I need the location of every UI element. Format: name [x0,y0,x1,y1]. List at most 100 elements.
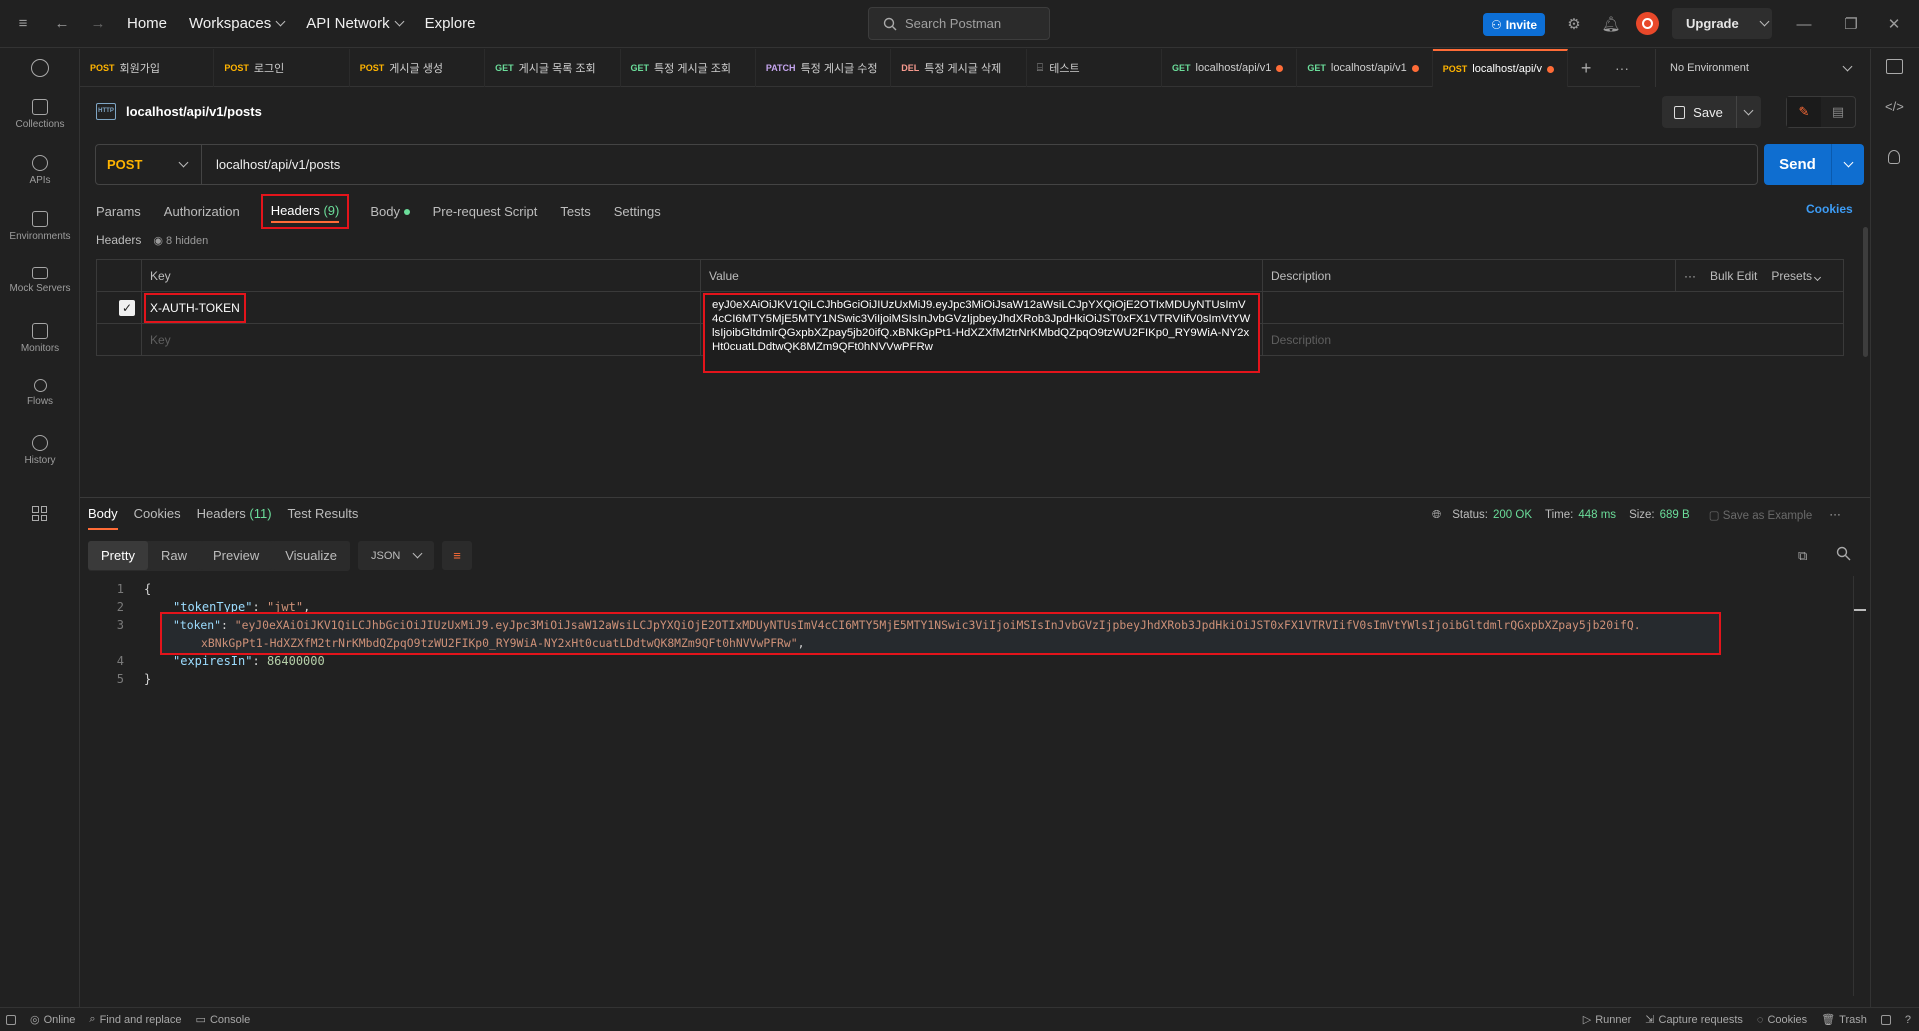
request-tab[interactable]: POST 게시글 생성 [350,49,486,87]
send-button[interactable]: Send [1764,144,1864,185]
send-options-dropdown[interactable] [1831,144,1864,185]
resp-tab-headers[interactable]: Headers (11) [197,506,272,530]
workspaces-menu[interactable]: Workspaces [189,15,286,32]
view-visualize[interactable]: Visualize [272,541,351,570]
more-options-icon[interactable]: ··· [1684,269,1696,283]
request-tab[interactable]: ⌸ 테스트 [1027,49,1163,87]
two-pane-icon[interactable] [1880,1014,1891,1025]
configure-sidebar-icon[interactable] [32,506,47,521]
sidebar-item-environments[interactable]: Environments [0,211,80,242]
request-title-text[interactable]: localhost/api/v1/posts [126,104,262,119]
header-description-cell[interactable] [1262,292,1675,323]
header-value-editor[interactable]: eyJ0eXAiOiJKV1QiLCJhbGciOiJIUzUxMiJ9.eyJ… [703,293,1260,373]
sidebar-item-flows[interactable]: Flows [0,379,80,407]
help-icon[interactable]: ? [1905,1014,1911,1026]
resp-tab-body[interactable]: Body [88,506,118,530]
header-enabled-checkbox[interactable]: ✓ [119,300,135,316]
sidebar-item-collections[interactable]: Collections [0,99,80,130]
close-window-icon[interactable]: ✕ [1883,13,1905,35]
edit-pencil-icon[interactable]: ✎ [1787,97,1821,127]
more-tabs-icon[interactable]: ··· [1604,49,1640,87]
online-status[interactable]: ◎ Online [30,1013,75,1027]
cookies-button[interactable]: ◌ Cookies [1757,1014,1807,1026]
resp-tab-cookies[interactable]: Cookies [134,506,181,530]
format-select[interactable]: JSON [358,541,435,570]
lightbulb-icon[interactable] [1888,150,1900,164]
tab-tests[interactable]: Tests [560,204,590,219]
status-value[interactable]: 200 OK [1493,509,1532,521]
tab-params[interactable]: Params [96,204,141,219]
time-value[interactable]: 448 ms [1578,509,1616,521]
new-description-input[interactable]: Description [1262,324,1675,356]
sidebar-item-apis[interactable]: APIs [0,155,80,186]
toggle-sidebar-icon[interactable] [6,1014,16,1025]
cookies-link[interactable]: Cookies [1806,202,1853,216]
response-body-code[interactable]: 1 2 3 4 5 { "tokenType": "jwt", "token":… [80,580,1860,686]
request-scrollbar[interactable] [1863,227,1868,357]
environment-select[interactable]: No Environment [1655,49,1865,87]
tab-settings[interactable]: Settings [614,204,661,219]
tab-headers[interactable]: Headers (9) [260,193,350,229]
search-icon[interactable] [1836,546,1851,561]
presets-dropdown[interactable]: Presets [1771,269,1822,283]
request-tab[interactable]: GET 특정 게시글 조회 [621,49,756,87]
resp-tab-test-results[interactable]: Test Results [288,506,359,530]
invite-button[interactable]: ⚇ Invite [1483,13,1545,36]
header-key-cell[interactable]: X-AUTH-TOKEN [141,292,700,323]
sidebar-item-history[interactable]: History [0,435,80,466]
capture-requests-button[interactable]: ⇲ Capture requests [1645,1013,1743,1027]
tab-authorization[interactable]: Authorization [164,204,240,219]
copy-icon[interactable]: ⧉ [1798,548,1807,564]
request-tab[interactable]: POST 로그인 [214,49,350,87]
code-icon[interactable]: </> [1885,99,1904,114]
forward-arrow-icon[interactable]: → [87,13,109,35]
view-raw[interactable]: Raw [147,541,200,570]
menu-icon[interactable]: ≡ [12,13,34,35]
sidebar-item-mock-servers[interactable]: Mock Servers [0,267,80,294]
more-options-icon[interactable]: ··· [1829,509,1841,521]
trash-button[interactable]: 🗑︎ Trash [1821,1013,1867,1027]
home-link[interactable]: Home [127,15,167,32]
api-network-menu[interactable]: API Network [306,15,405,32]
settings-gear-icon[interactable]: ⚙ [1563,13,1585,35]
request-tab[interactable]: POST 회원가입 [80,49,215,87]
avatar[interactable] [1636,12,1659,35]
view-preview[interactable]: Preview [199,541,273,570]
save-options-dropdown[interactable] [1735,96,1761,128]
comments-icon[interactable]: ▤ [1821,97,1855,127]
method-select[interactable]: POST [96,145,202,184]
view-pretty[interactable]: Pretty [88,541,148,570]
hidden-headers-toggle[interactable]: ◉ 8 hidden [153,234,208,247]
tab-pre-request-script[interactable]: Pre-request Script [433,204,538,219]
minimap-marker[interactable] [1854,609,1866,611]
wrap-lines-icon[interactable]: ≡ [442,541,473,570]
save-as-example-button[interactable]: ▢ Save as Example [1709,508,1813,522]
environment-quicklook-icon[interactable] [1886,59,1903,74]
user-icon[interactable] [31,59,49,77]
upgrade-button[interactable]: Upgrade [1672,8,1772,39]
runner-button[interactable]: ▷ Runner [1583,1013,1632,1027]
new-tab-plus-icon[interactable]: + [1568,49,1604,87]
notification-bell-icon[interactable]: 🔔︎ [1600,13,1622,35]
bulk-edit-button[interactable]: Bulk Edit [1710,269,1757,283]
restore-window-icon[interactable]: ❐ [1840,13,1862,35]
find-replace-button[interactable]: ⌕ Find and replace [89,1013,181,1026]
response-panel: Body Cookies Headers (11) Test Results 🌐… [80,497,1870,1007]
request-tab[interactable]: GET localhost/api/v1 [1162,49,1298,87]
new-key-input[interactable]: Key [141,324,700,356]
request-tab[interactable]: GET localhost/api/v1 [1297,49,1433,87]
request-tab-active[interactable]: POST localhost/api/v [1432,49,1569,87]
minimize-icon[interactable]: — [1793,13,1815,35]
request-tab[interactable]: GET 게시글 목록 조회 [485,49,621,87]
tab-body[interactable]: Body [370,204,410,219]
save-button[interactable]: Save [1662,96,1761,128]
search-input[interactable]: Search Postman [868,7,1050,40]
sidebar-item-monitors[interactable]: Monitors [0,323,80,354]
request-tab[interactable]: PATCH 특정 게시글 수정 [756,49,892,87]
url-input[interactable]: localhost/api/v1/posts [202,157,340,172]
explore-link[interactable]: Explore [425,15,476,32]
size-value[interactable]: 689 B [1660,509,1690,521]
back-arrow-icon[interactable]: ← [51,13,73,35]
console-button[interactable]: ▭ Console [196,1013,251,1027]
request-tab[interactable]: DEL 특정 게시글 삭제 [891,49,1027,87]
